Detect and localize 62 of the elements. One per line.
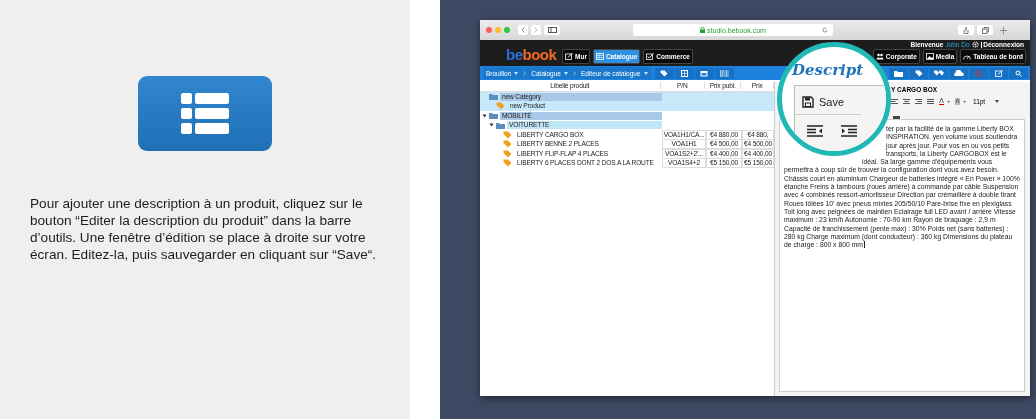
grid-icon: [595, 53, 604, 60]
back-icon: [521, 27, 525, 33]
cloud-tool-button[interactable]: [949, 67, 968, 79]
logo[interactable]: bebook: [506, 47, 560, 63]
gauge-icon: [963, 53, 972, 60]
grid-tool-button[interactable]: [674, 67, 694, 79]
caret-icon: [643, 71, 648, 75]
indent-icon[interactable]: [841, 125, 857, 137]
pencil-square-icon: [565, 53, 573, 60]
tags-icon: [933, 69, 944, 77]
people-icon: [875, 53, 884, 60]
checkbox-icon: [646, 53, 655, 60]
caret-icon: [563, 71, 568, 75]
tabs-button[interactable]: [977, 25, 993, 35]
settings-icon[interactable]: [971, 41, 979, 48]
tabs-icon: [981, 26, 989, 34]
expand-arrow-icon[interactable]: [489, 123, 494, 128]
new-tab-button[interactable]: [1000, 26, 1007, 34]
grid-icon: [680, 69, 688, 77]
cloud-icon: [953, 70, 964, 76]
tags-tool-button[interactable]: [929, 67, 948, 79]
tag-tool-button[interactable]: [654, 67, 674, 79]
chevron-icon: [572, 70, 576, 76]
highlight-icon[interactable]: [955, 98, 966, 105]
caret-icon: [995, 100, 1000, 103]
share-button[interactable]: [958, 25, 974, 35]
caret-icon: [514, 71, 519, 75]
barcode-icon: [719, 69, 729, 77]
outdent-icon[interactable]: [807, 125, 823, 137]
instruction-text: Pour ajouter une description à un produit, cliquez sur le bouton “Editer la description du produit” dans la barre d’outils. Une fenêtre d’édition se place à droite sur votre écran. Editez-la, puis sauvegarder en cliquant sur “Save“.: [30, 195, 378, 263]
barcode-tool-button[interactable]: [714, 67, 734, 79]
save-button[interactable]: Save: [799, 90, 848, 114]
tag-icon: [660, 69, 669, 77]
list-icon: [181, 92, 229, 135]
chevron-icon: [523, 70, 527, 76]
tag-icon: [914, 69, 923, 77]
lock-icon: [700, 27, 706, 33]
align-icon[interactable]: [915, 98, 922, 105]
folder-tool-button[interactable]: [889, 67, 908, 79]
calendar-icon: [700, 69, 709, 77]
sidebar-button[interactable]: [544, 25, 560, 35]
folder-icon: [894, 69, 903, 77]
pencil-square-icon: [994, 69, 1003, 77]
share-icon: [963, 26, 969, 34]
plus-icon: [1000, 26, 1007, 34]
calendar-tool-button[interactable]: [694, 67, 714, 79]
forward-icon: [534, 27, 538, 33]
list-button[interactable]: [138, 76, 272, 151]
block-icon: [975, 69, 982, 77]
search-icon: [1015, 69, 1022, 77]
tag-add-button[interactable]: [909, 67, 928, 79]
text-color-icon[interactable]: [939, 98, 950, 105]
edit-tool-button[interactable]: [989, 67, 1008, 79]
search-button[interactable]: [1009, 67, 1028, 79]
zoomed-title: Descript: [792, 61, 864, 79]
align-icon[interactable]: [891, 98, 898, 105]
sidebar-icon: [547, 27, 557, 33]
align-icon[interactable]: [903, 98, 910, 105]
image-icon: [925, 53, 934, 60]
back-button[interactable]: [518, 25, 528, 35]
expand-arrow-icon[interactable]: [482, 113, 487, 118]
align-icon[interactable]: [927, 98, 934, 105]
